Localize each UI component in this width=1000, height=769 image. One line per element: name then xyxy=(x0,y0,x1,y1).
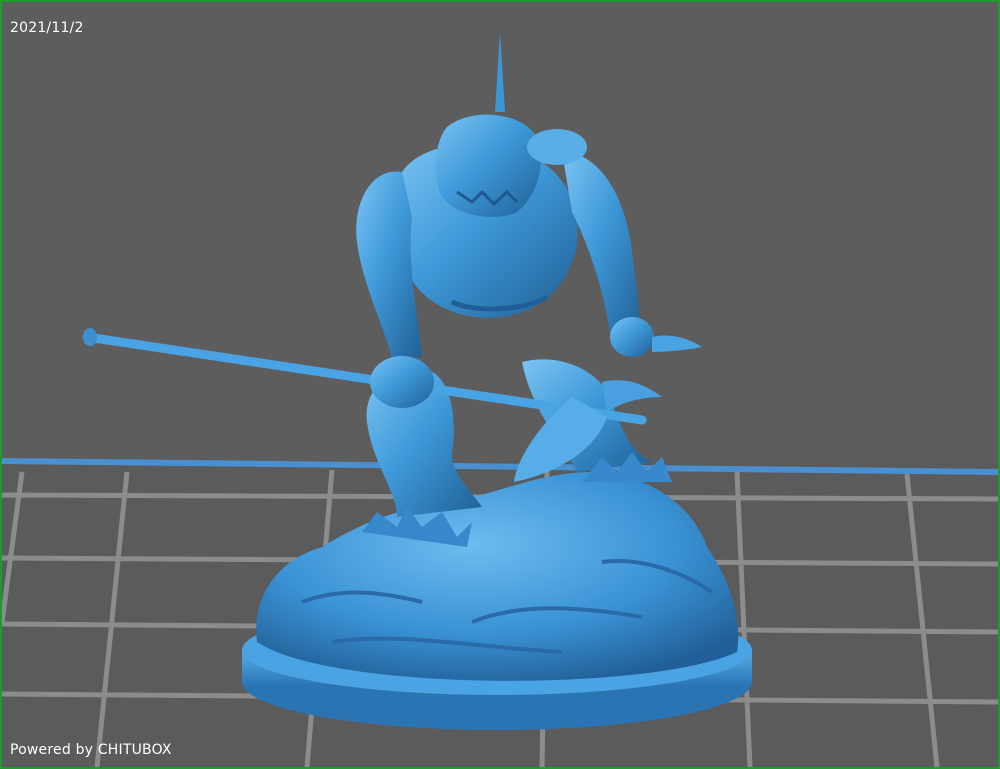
date-label: 2021/11/2 xyxy=(10,20,84,36)
watermark-label: Powered by CHITUBOX xyxy=(10,742,172,758)
right-hand xyxy=(610,317,654,357)
halberd-pommel xyxy=(83,328,97,346)
head xyxy=(435,114,541,217)
scene-canvas[interactable] xyxy=(2,2,998,767)
3d-viewport[interactable]: 2021/11/2 Powered by CHITUBOX xyxy=(0,0,1000,769)
shoulder-pauldron xyxy=(527,129,587,165)
left-hand xyxy=(370,356,434,408)
